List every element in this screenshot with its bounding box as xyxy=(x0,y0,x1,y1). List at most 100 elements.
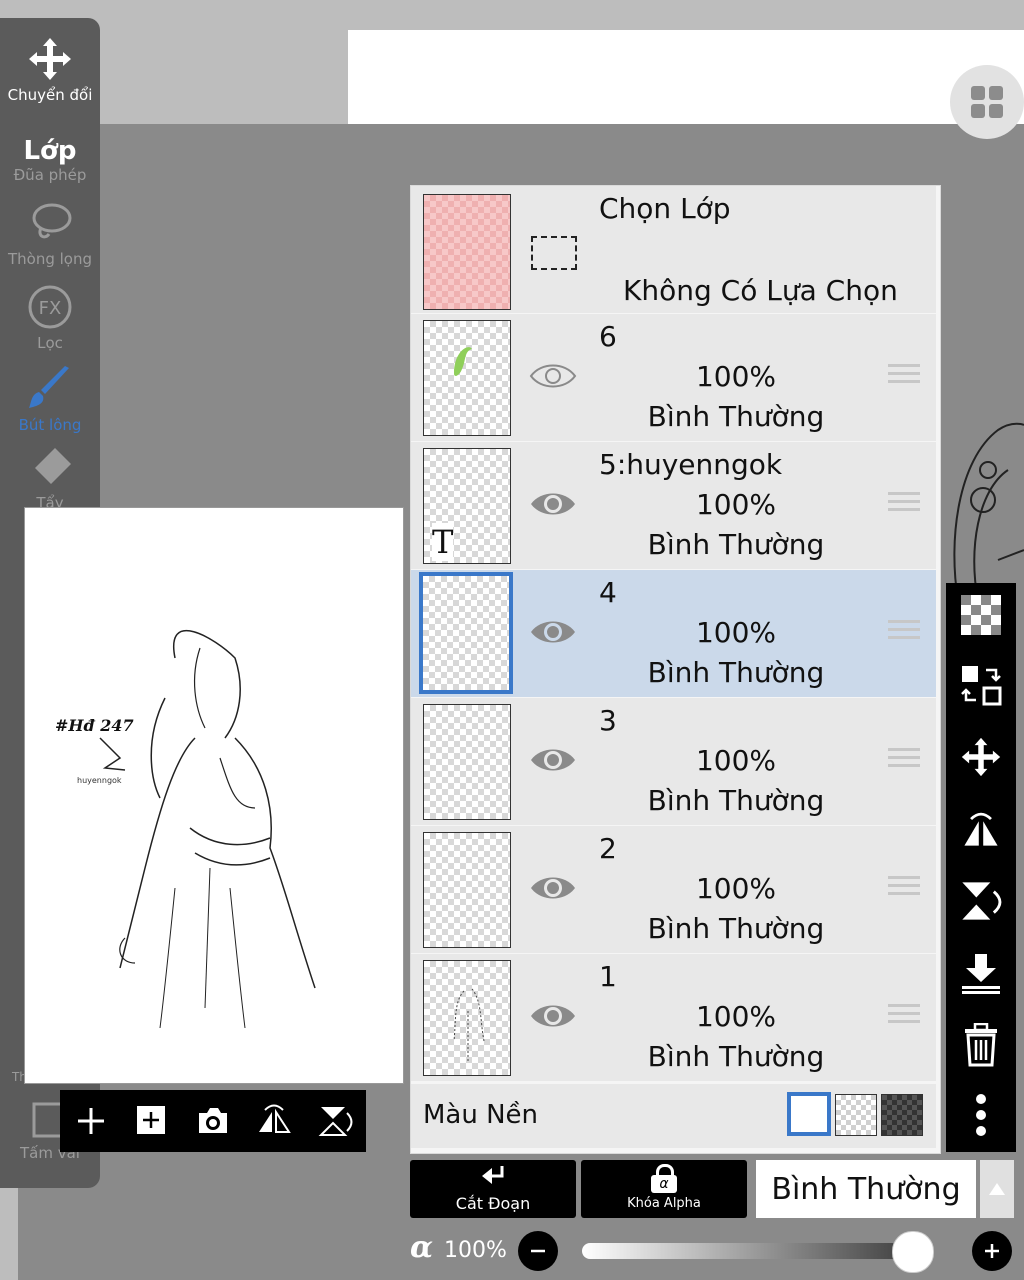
flip-layer-vertical-button[interactable] xyxy=(957,877,1005,925)
bg-transparent-swatch[interactable] xyxy=(835,1094,877,1136)
flip-vertical-icon xyxy=(962,882,1002,920)
layer-name: 2 xyxy=(599,832,617,865)
canvas-sketch xyxy=(953,422,1024,600)
alpha-symbol: α xyxy=(651,1175,677,1193)
layer-preview: #Hđ 247 huyenngok xyxy=(24,507,404,1084)
fx-filter-icon: FX xyxy=(28,285,72,329)
layer-name: 6 xyxy=(599,320,617,353)
selection-thumbnail xyxy=(423,194,511,310)
tool-filter[interactable]: FX Lọc xyxy=(0,284,100,352)
layer-row[interactable]: 3 100% Bình Thường xyxy=(411,698,936,827)
drag-handle-icon[interactable] xyxy=(888,620,920,646)
layer-opacity: 100% xyxy=(695,872,777,905)
trash-icon xyxy=(965,1023,997,1067)
visibility-icon[interactable] xyxy=(529,614,577,650)
tool-label: Bút lông xyxy=(18,416,82,434)
opacity-control: α 100% xyxy=(410,1228,1024,1276)
flip-horizontal-icon xyxy=(259,1104,291,1133)
visibility-icon[interactable] xyxy=(529,742,577,778)
flip-vertical-button[interactable] xyxy=(312,1098,358,1144)
layer-blend-mode: Bình Thường xyxy=(647,912,825,945)
svg-text:FX: FX xyxy=(39,298,62,319)
layer-row[interactable]: 6 100% Bình Thường xyxy=(411,314,936,443)
layer-opacity: 100% xyxy=(695,488,777,521)
layer-blend-mode: Bình Thường xyxy=(647,528,825,561)
merge-down-icon xyxy=(962,954,1000,994)
swap-layer-button[interactable] xyxy=(957,661,1005,709)
layer-row[interactable]: T 5:huyenngok 100% Bình Thường xyxy=(411,442,936,571)
alpha-lock-label: Khóa Alpha xyxy=(627,1196,701,1211)
drag-handle-icon[interactable] xyxy=(888,1004,920,1030)
bg-white-swatch[interactable] xyxy=(787,1092,831,1136)
layer-blend-mode: Bình Thường xyxy=(647,656,825,689)
text-layer-marker: T xyxy=(432,523,454,561)
layer-row[interactable]: 1 100% Bình Thường xyxy=(411,954,936,1083)
flip-layer-horizontal-button[interactable] xyxy=(957,805,1005,853)
visibility-icon[interactable] xyxy=(529,998,577,1034)
layer-name: 3 xyxy=(599,704,617,737)
flip-vertical-icon xyxy=(318,1107,353,1136)
opacity-slider[interactable] xyxy=(582,1231,934,1273)
tool-magic-wand[interactable]: Lớp Đũa phép xyxy=(0,136,100,184)
camera-icon xyxy=(198,1108,227,1133)
panel-title: Lớp xyxy=(23,136,77,166)
visibility-off-icon[interactable] xyxy=(529,358,577,394)
tool-lasso[interactable]: Thòng lọng xyxy=(0,200,100,268)
preview-hashtag: #Hđ 247 xyxy=(55,716,134,735)
minus-icon xyxy=(531,1249,545,1253)
clipping-button[interactable]: Cắt Đoạn xyxy=(410,1160,576,1218)
layer-tools-bar xyxy=(946,583,1016,1152)
layer-actions-bar xyxy=(60,1090,366,1152)
tool-transform[interactable]: Chuyển đổi xyxy=(0,36,100,104)
clipping-label: Cắt Đoạn xyxy=(455,1194,531,1213)
layer-name: 4 xyxy=(599,576,617,609)
merge-down-button[interactable] xyxy=(957,949,1005,997)
move-arrows-icon xyxy=(961,737,1001,777)
delete-layer-button[interactable] xyxy=(957,1021,1005,1069)
blend-mode-value: Bình Thường xyxy=(771,1171,961,1207)
plus-icon xyxy=(77,1108,104,1134)
opacity-slider-thumb[interactable] xyxy=(892,1231,934,1273)
layer-name: 5:huyenngok xyxy=(599,448,783,481)
drag-handle-icon[interactable] xyxy=(888,364,920,390)
brush-icon xyxy=(29,366,69,408)
layer-thumbnail: T xyxy=(423,448,511,564)
move-layer-button[interactable] xyxy=(957,733,1005,781)
tool-label: Đũa phép xyxy=(13,166,87,184)
selection-layer-row[interactable]: Chọn Lớp Không Có Lựa Chọn xyxy=(411,186,936,315)
drag-handle-icon[interactable] xyxy=(888,748,920,774)
transparency-button[interactable] xyxy=(957,591,1005,639)
bg-dark-swatch[interactable] xyxy=(881,1094,923,1136)
camera-import-button[interactable] xyxy=(190,1098,236,1144)
layer-thumbnail xyxy=(423,320,511,436)
background-color-row: Màu Nền xyxy=(411,1084,936,1148)
tool-label: Chuyển đổi xyxy=(7,86,93,104)
add-layer-box-icon xyxy=(136,1106,165,1134)
blend-mode-select[interactable]: Bình Thường xyxy=(756,1160,976,1218)
tool-label: Thòng lọng xyxy=(7,250,93,268)
layer-blend-mode: Bình Thường xyxy=(647,400,825,433)
blend-mode-toggle[interactable] xyxy=(980,1160,1014,1218)
move-arrows-icon xyxy=(29,38,71,80)
drag-handle-icon[interactable] xyxy=(888,492,920,518)
opacity-decrease-button[interactable] xyxy=(518,1231,558,1271)
layer-row-selected[interactable]: 4 100% Bình Thường xyxy=(411,570,936,699)
canvas-area[interactable] xyxy=(348,30,1024,125)
flip-horizontal-button[interactable] xyxy=(251,1098,297,1144)
opacity-increase-button[interactable] xyxy=(972,1231,1012,1271)
swap-layers-icon xyxy=(961,666,1002,706)
visibility-icon[interactable] xyxy=(529,870,577,906)
layer-row[interactable]: 2 100% Bình Thường xyxy=(411,826,936,955)
tool-eraser[interactable]: Tẩy xyxy=(0,444,100,512)
add-layer-button[interactable] xyxy=(68,1098,114,1144)
plus-icon xyxy=(985,1244,999,1258)
duplicate-layer-button[interactable] xyxy=(129,1098,175,1144)
more-options-button[interactable] xyxy=(957,1091,1005,1139)
drag-handle-icon[interactable] xyxy=(888,876,920,902)
layer-name: 1 xyxy=(599,960,617,993)
checkerboard-icon xyxy=(961,595,1001,635)
alpha-lock-button[interactable]: α Khóa Alpha xyxy=(581,1160,747,1218)
visibility-icon[interactable] xyxy=(529,486,577,522)
tool-brush[interactable]: Bút lông xyxy=(0,362,100,434)
grid-menu-button[interactable] xyxy=(950,65,1024,139)
